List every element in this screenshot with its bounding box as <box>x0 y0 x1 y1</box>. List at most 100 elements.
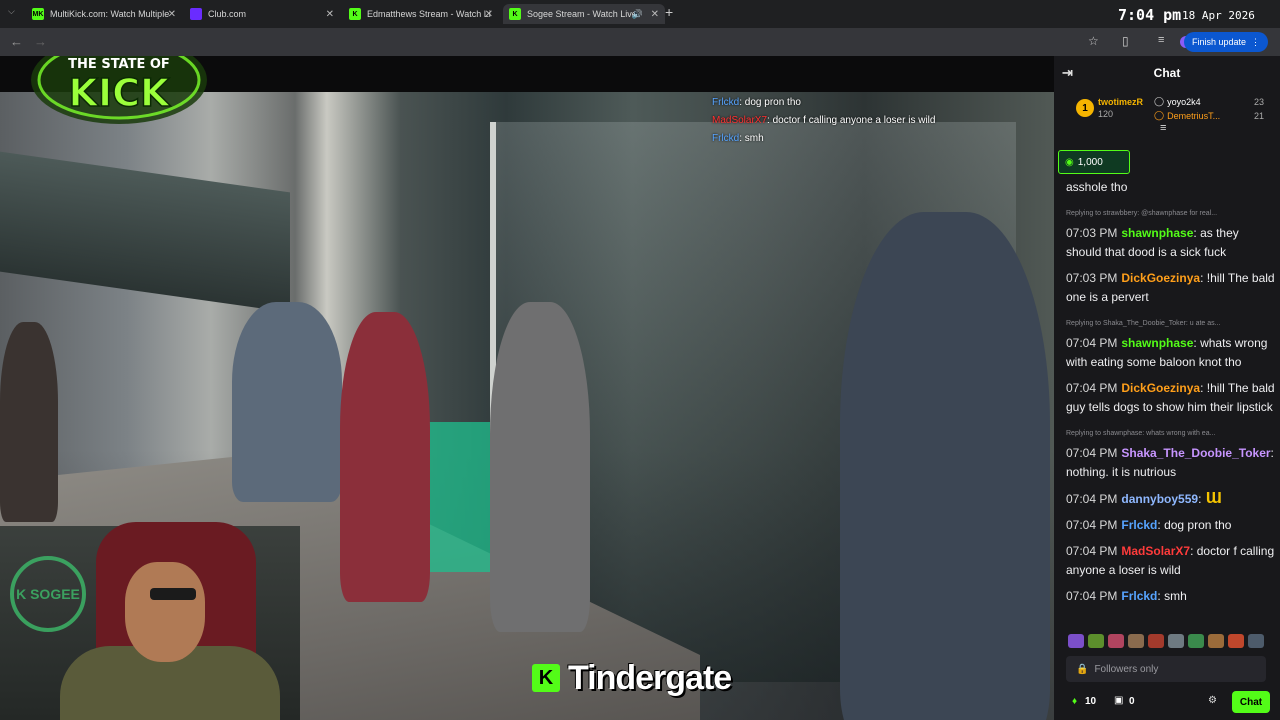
emote-icon[interactable] <box>1188 634 1204 648</box>
tab-sogee[interactable]: K Sogee Stream - Watch Live 🔊 ✕ <box>503 4 665 24</box>
chat-panel: ⇥ Chat 1 twotimezR 120 ◯ yoyo2k4 23 ◯ De… <box>1054 56 1280 720</box>
message-timestamp: 07:04 PM <box>1066 544 1118 558</box>
message-text: nothing. it is nutrious <box>1066 465 1177 479</box>
close-icon[interactable]: ✕ <box>168 9 176 20</box>
message-username[interactable]: shawnphase <box>1121 336 1193 350</box>
chat-input[interactable]: 🔒 Followers only <box>1066 656 1266 682</box>
crowd-group <box>232 302 342 502</box>
kick-favicon-icon: K <box>349 8 361 20</box>
emote-icon[interactable] <box>1248 634 1264 648</box>
lock-icon: 🔒 <box>1076 663 1089 675</box>
kick-k-icon: K <box>532 664 560 692</box>
emote-icon[interactable] <box>1128 634 1144 648</box>
back-arrow-icon[interactable]: ← <box>10 34 23 49</box>
tab-list-icon[interactable]: ⌵ <box>8 6 15 17</box>
sunglasses <box>150 588 196 600</box>
chat-message[interactable]: 07:04 PM MadSolarX7: doctor f calling any… <box>1066 542 1276 580</box>
message-timestamp: 07:04 PM <box>1066 492 1118 506</box>
chat-leaderboard[interactable]: 1 twotimezR 120 ◯ yoyo2k4 23 ◯ Demetrius… <box>1054 90 1280 134</box>
chat-message[interactable]: 07:03 PM DickGoezinya: !hill The bald one… <box>1066 269 1276 307</box>
leader-second[interactable]: ◯ yoyo2k4 23 <box>1154 96 1270 107</box>
channel-points-icon[interactable]: ♦ <box>1072 696 1077 707</box>
chat-title: Chat <box>1153 66 1181 80</box>
message-username[interactable]: Shaka_The_Doobie_Toker <box>1121 446 1270 460</box>
overpass-bridge <box>0 151 290 313</box>
message-username[interactable]: dannyboy559 <box>1121 492 1198 506</box>
close-icon[interactable]: ✕ <box>326 9 334 20</box>
chat-footer: ♦ 10 ▣ 0 ⚙ Chat <box>1054 690 1280 716</box>
new-tab-button[interactable]: + <box>665 4 673 20</box>
emote-icon[interactable] <box>1148 634 1164 648</box>
sogee-badge: K SOGEE <box>10 556 86 632</box>
chat-message[interactable]: asshole tho <box>1066 178 1276 197</box>
pedestrian <box>0 322 58 522</box>
tab-label: Edmatthews Stream - Watch Li <box>367 9 491 19</box>
message-username[interactable]: DickGoezinya <box>1121 271 1200 285</box>
settings-gear-icon[interactable]: ⚙ <box>1208 695 1217 706</box>
leader-first[interactable]: 1 twotimezR 120 <box>1076 96 1143 120</box>
username-separator: : <box>1270 446 1274 460</box>
chat-header: ⇥ Chat <box>1054 56 1280 90</box>
message-timestamp: 07:03 PM <box>1066 226 1118 240</box>
emote-bar[interactable] <box>1068 634 1268 650</box>
tab-edmatthews[interactable]: K Edmatthews Stream - Watch Li ✕ <box>345 4 499 24</box>
emote-icon[interactable] <box>1068 634 1084 648</box>
overlay-username: Frlckd <box>712 97 740 108</box>
emote-icon[interactable] <box>1108 634 1124 648</box>
expand-leaderboard-icon[interactable]: ≡ <box>1160 122 1166 134</box>
message-username[interactable]: Frlckd <box>1121 589 1157 603</box>
emote-icon[interactable] <box>1168 634 1184 648</box>
message-username[interactable]: shawnphase <box>1121 226 1193 240</box>
gift-icon: ◯ <box>1154 110 1165 120</box>
reading-list-icon[interactable]: ≡ <box>1158 34 1164 46</box>
message-username[interactable]: Frlckd <box>1121 518 1157 532</box>
tab-club[interactable]: Club.com ✕ <box>186 4 340 24</box>
leader-third[interactable]: ◯ DemetriusT... 21 <box>1154 110 1270 121</box>
bookmark-star-icon[interactable]: ☆ <box>1088 34 1099 48</box>
browser-tab-bar: ⌵ MK MultiKick.com: Watch Multiple ✕ Clu… <box>0 0 1280 28</box>
overlay-message: : smh <box>739 133 764 144</box>
gift-avatar-icon: ◉ <box>1065 156 1074 168</box>
overlay-chat-line: MadSolarX7: doctor f calling anyone a lo… <box>712 112 935 130</box>
close-icon[interactable]: ✕ <box>651 9 659 20</box>
leader-value: 21 <box>1253 110 1264 121</box>
chat-message[interactable]: 07:03 PM shawnphase: as they should that … <box>1066 224 1276 262</box>
chat-message[interactable]: 07:04 PM DickGoezinya: !hill The bald guy… <box>1066 379 1276 417</box>
message-username[interactable]: DickGoezinya <box>1121 381 1200 395</box>
chat-message[interactable]: 07:04 PM Shaka_The_Doobie_Toker: nothing.… <box>1066 444 1276 482</box>
tab-multikick[interactable]: MK MultiKick.com: Watch Multiple ✕ <box>28 4 182 24</box>
send-chat-button[interactable]: Chat <box>1232 691 1270 713</box>
chat-message[interactable]: 07:04 PM Frlckd: smh <box>1066 587 1276 606</box>
emote-icon[interactable] <box>1228 634 1244 648</box>
club-favicon-icon <box>190 8 202 20</box>
message-username[interactable]: MadSolarX7 <box>1121 544 1190 558</box>
video-player[interactable]: Frlckd: dog pron tho MadSolarX7: doctor … <box>0 56 1054 720</box>
reply-context[interactable]: Replying to shawnphase: whats wrong with… <box>1066 424 1276 443</box>
message-timestamp: 07:04 PM <box>1066 336 1118 350</box>
pinned-gift[interactable]: ◉ 1,000 <box>1058 150 1130 174</box>
message-text: Ɯ <box>1201 490 1222 507</box>
emote-icon[interactable] <box>1208 634 1224 648</box>
emote-icon[interactable] <box>1088 634 1104 648</box>
bald-man-grey-jacket <box>490 302 590 632</box>
chat-message[interactable]: 07:04 PM Frlckd: dog pron tho <box>1066 516 1276 535</box>
overlay-username: MadSolarX7 <box>712 115 768 126</box>
chat-messages: asshole tho Replying to strawbbery: @shaw… <box>1066 178 1276 613</box>
gift-box-icon[interactable]: ▣ <box>1114 695 1123 706</box>
reply-context[interactable]: Replying to Shaka_The_Doobie_Toker: u at… <box>1066 314 1276 333</box>
close-icon[interactable]: ✕ <box>485 9 493 20</box>
state-of-kick-logo: THE STATE OF KICK <box>31 56 207 124</box>
chat-input-placeholder: Followers only <box>1094 663 1159 675</box>
caption-text: Tindergate <box>568 658 732 697</box>
chat-message[interactable]: 07:04 PM dannyboy559: Ɯ <box>1066 489 1276 509</box>
kick-favicon-icon: K <box>509 8 521 20</box>
reply-context[interactable]: Replying to strawbbery: @shawnphase for … <box>1066 204 1276 223</box>
speaker-icon[interactable]: 🔊 <box>632 9 643 20</box>
browser-toolbar: ← → ☆ ▯ ≡ Finish update ⋮ <box>0 28 1280 56</box>
extensions-icon[interactable]: ▯ <box>1122 34 1129 48</box>
collapse-chat-icon[interactable]: ⇥ <box>1062 65 1073 81</box>
chat-message[interactable]: 07:04 PM shawnphase: whats wrong with eat… <box>1066 334 1276 372</box>
finish-update-button[interactable]: Finish update ⋮ <box>1183 32 1268 52</box>
forward-arrow-icon[interactable]: → <box>34 34 47 49</box>
pinned-amount: 1,000 <box>1077 156 1103 168</box>
